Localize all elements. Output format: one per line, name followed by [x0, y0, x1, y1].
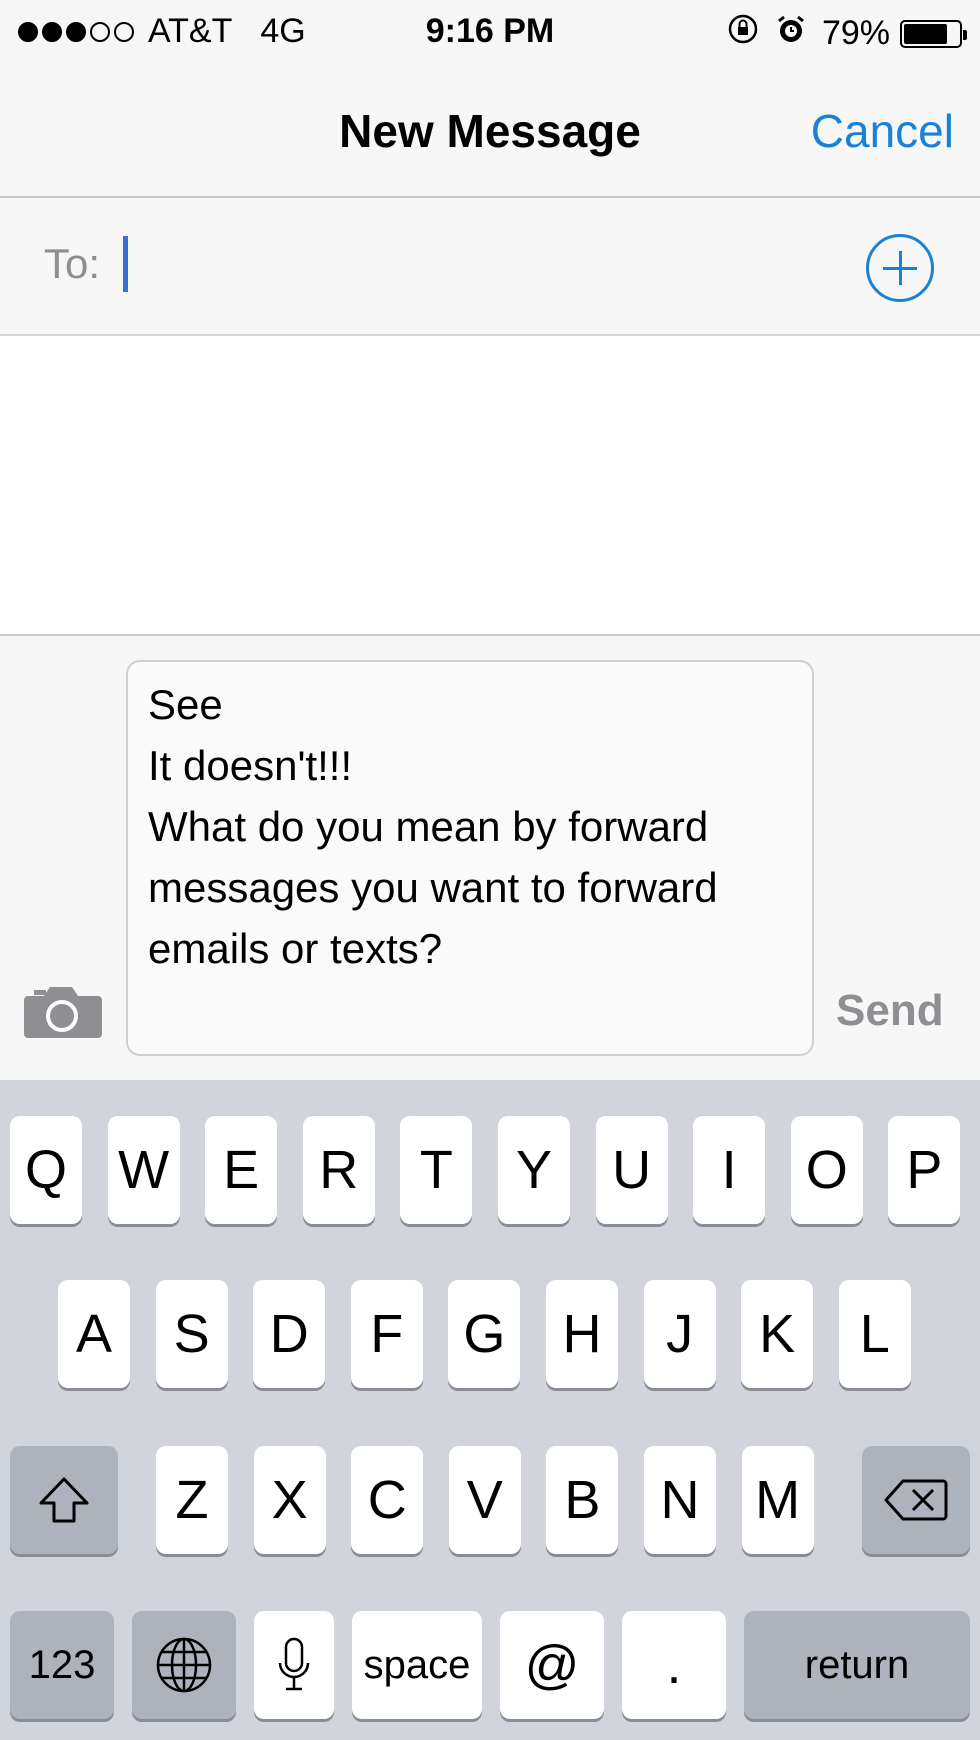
key-e[interactable]: E	[205, 1116, 278, 1224]
delete-icon	[884, 1479, 948, 1521]
microphone-icon	[278, 1637, 310, 1691]
key-k[interactable]: K	[741, 1280, 814, 1388]
return-key[interactable]: return	[744, 1611, 970, 1719]
battery-percent: 79%	[821, 14, 890, 52]
key-h[interactable]: H	[546, 1280, 618, 1388]
key-u[interactable]: U	[595, 1116, 668, 1224]
key-z[interactable]: Z	[156, 1446, 228, 1554]
numbers-key[interactable]: 123	[10, 1611, 114, 1719]
key-g[interactable]: G	[448, 1280, 521, 1388]
navigation-bar: New Message Cancel	[0, 64, 980, 198]
recipient-input[interactable]	[120, 234, 820, 296]
camera-button[interactable]	[24, 984, 102, 1040]
camera-icon	[24, 987, 102, 1038]
key-o[interactable]: O	[790, 1116, 863, 1224]
period-key[interactable]: .	[622, 1611, 726, 1719]
battery-icon	[900, 19, 967, 48]
shift-key[interactable]	[10, 1446, 118, 1554]
key-l[interactable]: L	[838, 1280, 911, 1388]
rotation-lock-icon	[726, 12, 760, 55]
key-p[interactable]: P	[888, 1116, 961, 1224]
send-button[interactable]: Send	[836, 986, 944, 1036]
key-f[interactable]: F	[350, 1280, 423, 1388]
key-v[interactable]: V	[448, 1446, 521, 1554]
key-i[interactable]: I	[693, 1116, 766, 1224]
keyboard: 123 space @ . return QWERTYUIOP ASDFGHJKL…	[0, 1080, 980, 1740]
globe-icon	[156, 1637, 212, 1693]
key-c[interactable]: C	[351, 1446, 424, 1554]
compose-bar: See It doesn't!!! What do you mean by fo…	[0, 636, 980, 1080]
microphone-key[interactable]	[254, 1611, 334, 1719]
text-cursor	[123, 236, 128, 292]
key-w[interactable]: W	[107, 1116, 180, 1224]
key-j[interactable]: J	[643, 1280, 716, 1388]
battery-tip	[963, 29, 967, 40]
key-q[interactable]: Q	[10, 1116, 82, 1224]
key-t[interactable]: T	[400, 1116, 473, 1224]
key-x[interactable]: X	[253, 1446, 326, 1554]
add-contact-button[interactable]	[866, 234, 934, 302]
shift-icon	[39, 1477, 89, 1523]
alarm-icon	[774, 12, 808, 55]
key-a[interactable]: A	[58, 1280, 130, 1388]
to-label: To:	[44, 240, 101, 287]
status-bar: AT&T 4G 9:16 PM 79%	[0, 0, 980, 64]
battery-fill	[904, 23, 947, 44]
at-key[interactable]: @	[500, 1611, 604, 1719]
key-y[interactable]: Y	[498, 1116, 570, 1224]
key-m[interactable]: M	[741, 1446, 814, 1554]
cancel-button[interactable]: Cancel	[811, 104, 954, 158]
key-s[interactable]: S	[155, 1280, 228, 1388]
globe-key[interactable]	[132, 1611, 236, 1719]
status-right: 79%	[726, 12, 967, 55]
key-r[interactable]: R	[302, 1116, 375, 1224]
delete-key[interactable]	[862, 1446, 970, 1554]
message-input[interactable]: See It doesn't!!! What do you mean by fo…	[126, 660, 814, 1056]
conversation-area	[0, 336, 980, 636]
key-d[interactable]: D	[253, 1280, 326, 1388]
recipient-row: To:	[0, 198, 980, 336]
key-b[interactable]: B	[546, 1446, 619, 1554]
space-key[interactable]: space	[352, 1611, 482, 1719]
key-n[interactable]: N	[644, 1446, 716, 1554]
